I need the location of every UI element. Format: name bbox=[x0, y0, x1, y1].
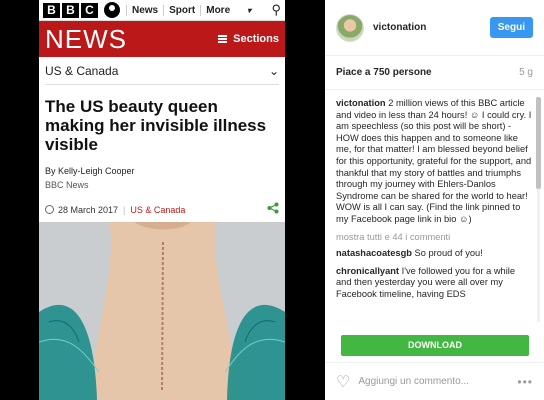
region-label: US & Canada bbox=[45, 63, 119, 78]
scrollbar-thumb[interactable] bbox=[536, 97, 541, 189]
avatar[interactable] bbox=[336, 13, 364, 42]
heart-icon[interactable]: ♡ bbox=[336, 372, 350, 392]
comment-item: natashacoatesgb So proud of you! bbox=[336, 248, 533, 260]
nav-item-sport: Sport bbox=[163, 4, 200, 16]
show-all-comments-link[interactable]: mostra tutti e 44 i commenti bbox=[336, 232, 533, 244]
bbc-logo-letter: B bbox=[62, 2, 79, 18]
article-tag: US & Canada bbox=[130, 204, 186, 215]
hamburger-icon bbox=[218, 35, 228, 43]
bbc-nav: News Sport More ▾ bbox=[126, 4, 252, 16]
article-byline: By Kelly-Leigh Cooper bbox=[45, 166, 135, 176]
share-icon bbox=[267, 202, 279, 217]
add-comment-input[interactable]: Aggiungi un commento... bbox=[358, 376, 469, 387]
more-options-icon[interactable]: ••• bbox=[517, 375, 533, 389]
caption-text: 2 million views of this BBC article and … bbox=[336, 98, 532, 224]
chevron-down-icon: ⌄ bbox=[268, 63, 279, 78]
post-username[interactable]: victonation bbox=[373, 22, 426, 33]
post-side-panel: victonation Segui Piace a 750 persone 5 … bbox=[325, 0, 544, 400]
bbc-top-bar: B B C News Sport More ▾ ⚲ bbox=[39, 0, 285, 21]
comment-item: chronicallyant I've followed you for a w… bbox=[336, 266, 533, 301]
comment-text: So proud of you! bbox=[414, 248, 483, 259]
likes-count[interactable]: Piace a 750 persone bbox=[336, 67, 432, 78]
comments-scrollbar[interactable] bbox=[536, 97, 541, 322]
caption: victonation 2 million views of this BBC … bbox=[336, 98, 533, 226]
follow-button[interactable]: Segui bbox=[489, 17, 533, 38]
caption-username[interactable]: victonation bbox=[336, 98, 386, 108]
nav-item-more: More bbox=[200, 4, 235, 16]
news-wordmark: NEWS bbox=[45, 23, 127, 54]
region-selector: US & Canada ⌄ bbox=[45, 57, 279, 85]
news-banner: NEWS Sections bbox=[39, 21, 285, 57]
article-dateline: 28 March 2017 | US & Canada bbox=[45, 202, 279, 217]
comments-list: victonation 2 million views of this BBC … bbox=[325, 90, 544, 330]
sections-menu: Sections bbox=[218, 33, 279, 45]
article-date: 28 March 2017 bbox=[58, 204, 119, 215]
comment-username[interactable]: chronicallyant bbox=[336, 266, 399, 276]
comment-username[interactable]: natashacoatesgb bbox=[336, 248, 412, 258]
likes-row: Piace a 750 persone 5 g bbox=[325, 56, 544, 90]
article-source: BBC News bbox=[45, 180, 89, 190]
instagram-post-viewer: B B C News Sport More ▾ ⚲ NEWS Sections bbox=[0, 0, 544, 400]
post-age[interactable]: 5 g bbox=[519, 67, 533, 78]
post-photo[interactable]: B B C News Sport More ▾ ⚲ NEWS Sections bbox=[0, 0, 320, 400]
article-headline: The US beauty queen making her invisible… bbox=[45, 97, 267, 154]
article-photo bbox=[39, 222, 285, 400]
nav-item-news: News bbox=[126, 4, 163, 16]
search-icon: ⚲ bbox=[271, 2, 281, 17]
clock-icon bbox=[45, 205, 54, 214]
download-button[interactable]: DOWNLOAD bbox=[341, 335, 529, 356]
bbc-logo-letter: C bbox=[81, 2, 98, 18]
sections-label: Sections bbox=[233, 33, 279, 45]
comment-bar: ♡ Aggiungi un commento... ••• bbox=[325, 362, 544, 400]
bbc-logo-letter: B bbox=[43, 2, 60, 18]
bbc-article-screenshot: B B C News Sport More ▾ ⚲ NEWS Sections bbox=[39, 0, 285, 400]
bbc-logo: B B C bbox=[43, 2, 98, 18]
account-icon bbox=[104, 2, 120, 18]
date-separator: | bbox=[123, 204, 126, 215]
chevron-down-icon: ▾ bbox=[247, 5, 252, 15]
post-header: victonation Segui bbox=[325, 0, 544, 56]
